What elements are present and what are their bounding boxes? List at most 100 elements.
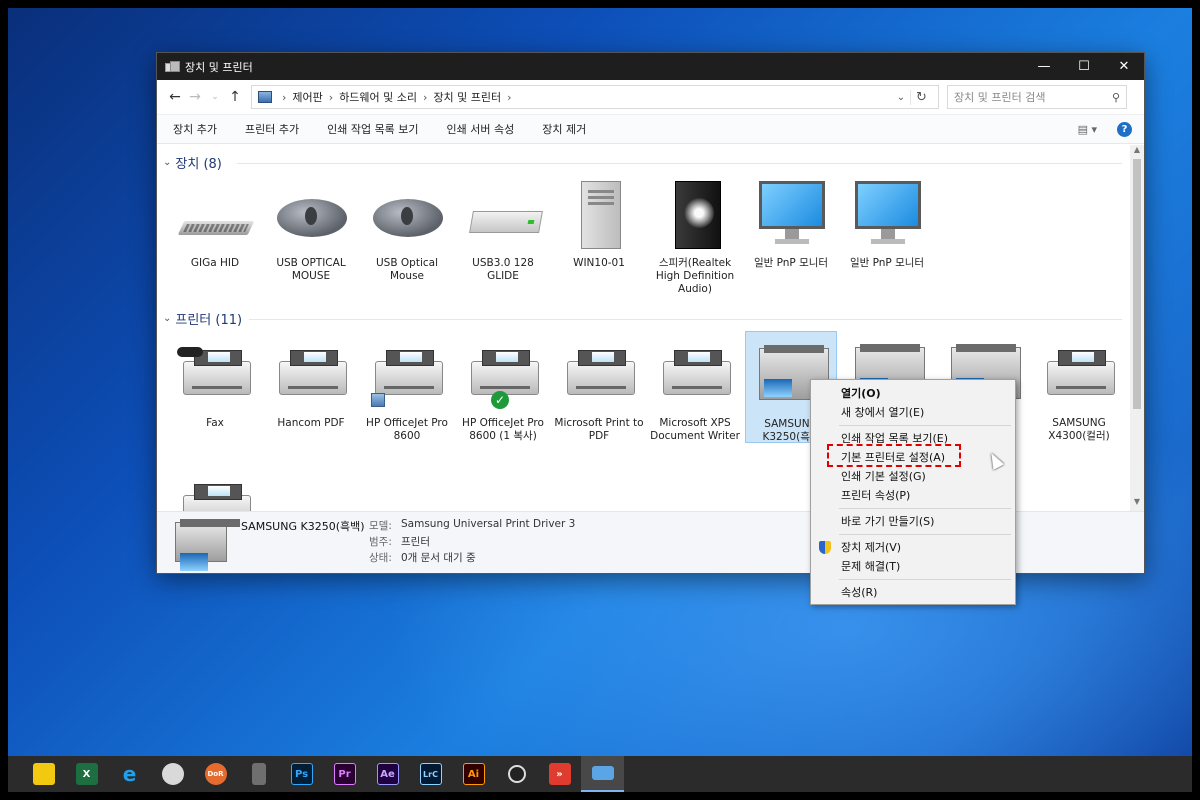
up-arrow-icon[interactable]: ↑ — [225, 89, 245, 105]
see-print-queue-button[interactable]: 인쇄 작업 목록 보기 — [327, 121, 418, 137]
printers-group-label: 프린터 (11) — [175, 312, 243, 328]
menu-separator — [839, 534, 1011, 535]
illustrator-icon: Ai — [462, 763, 485, 785]
menu-item-label: 장치 제거(V) — [841, 541, 902, 554]
paint-icon — [161, 763, 184, 785]
refresh-icon[interactable]: ↻ — [910, 89, 932, 105]
device-item[interactable]: USB OPTICAL MOUSE — [265, 181, 357, 283]
device-item[interactable]: USB Optical Mouse — [361, 181, 453, 283]
taskbar-paint[interactable] — [151, 756, 194, 792]
menu-item-troubleshoot[interactable]: 문제 해결(T) — [811, 557, 1015, 576]
device-item[interactable]: 일반 PnP 모니터 — [841, 181, 933, 270]
taskbar-premiere[interactable]: Pr — [323, 756, 366, 792]
taskbar-calculator[interactable] — [237, 756, 280, 792]
search-input[interactable]: 장치 및 프린터 검색 ⚲ — [947, 85, 1127, 109]
printer-item[interactable]: Fax — [169, 341, 261, 430]
printer-item[interactable] — [169, 475, 261, 511]
printer-icon — [183, 484, 251, 511]
minimize-button[interactable]: — — [1024, 53, 1064, 80]
printer-item[interactable]: Microsoft XPS Document Writer — [649, 341, 741, 443]
device-item[interactable]: GIGa HID — [169, 181, 261, 270]
scroll-up-icon[interactable]: ▲ — [1130, 145, 1144, 159]
command-bar: 장치 추가 프린터 추가 인쇄 작업 목록 보기 인쇄 서버 속성 장치 제거 … — [157, 114, 1144, 144]
remove-device-button[interactable]: 장치 제거 — [542, 121, 586, 137]
printer-item[interactable]: Microsoft Print to PDF — [553, 341, 645, 443]
control-panel-icon — [258, 91, 272, 103]
device-label: USB Optical Mouse — [376, 257, 438, 282]
printer-item[interactable]: ✓ HP OfficeJet Pro 8600 (1 복사) — [457, 341, 549, 443]
photoshop-icon: Ps — [290, 763, 313, 785]
add-device-button[interactable]: 장치 추가 — [173, 121, 217, 137]
calculator-icon — [251, 763, 266, 785]
shared-printer-icon — [371, 393, 385, 407]
taskbar-red-app[interactable]: » — [538, 756, 581, 792]
breadcrumb-separator-icon: › — [282, 90, 287, 104]
add-printer-button[interactable]: 프린터 추가 — [245, 121, 299, 137]
view-options-icon[interactable]: ▤ ▾ — [1078, 123, 1097, 136]
computer-tower-icon — [581, 181, 621, 249]
taskbar-illustrator[interactable]: Ai — [452, 756, 495, 792]
address-bar-row: ← → ⌄ ↑ › 제어판 › 하드웨어 및 소리 › 장치 및 프린터 › ⌄… — [157, 80, 1144, 114]
printer-item[interactable]: HP OfficeJet Pro 8600 — [361, 341, 453, 443]
device-item[interactable]: 스피커(Realtek High Definition Audio) — [649, 181, 741, 296]
printer-icon — [1047, 350, 1115, 395]
address-dropdown-icon[interactable]: ⌄ — [892, 92, 910, 103]
address-bar[interactable]: › 제어판 › 하드웨어 및 소리 › 장치 및 프린터 › ⌄ ↻ — [251, 85, 939, 109]
close-button[interactable]: ✕ — [1104, 53, 1144, 80]
printer-label: HP OfficeJet Pro 8600 — [366, 417, 448, 442]
menu-item-printing-preferences[interactable]: 인쇄 기본 설정(G) — [811, 467, 1015, 486]
devices-group-header[interactable]: ⌄ 장치 (8) — [163, 153, 222, 172]
device-item[interactable]: WIN10-01 — [553, 181, 645, 270]
printer-icon — [567, 350, 635, 395]
forward-arrow-icon[interactable]: → — [185, 89, 205, 105]
maximize-button[interactable]: ☐ — [1064, 53, 1104, 80]
taskbar-internet-explorer[interactable]: e — [108, 756, 151, 792]
breadcrumb-devices-printers[interactable]: 장치 및 프린터 — [433, 89, 501, 105]
taskbar-photoshop[interactable]: Ps — [280, 756, 323, 792]
taskbar-control-panel[interactable] — [581, 756, 624, 792]
breadcrumb-separator-icon: › — [423, 90, 428, 104]
printer-icon — [375, 350, 443, 395]
taskbar-excel[interactable]: X — [65, 756, 108, 792]
printer-item[interactable]: SAMSUNG X4300(컬러) — [1033, 341, 1125, 443]
menu-item-printer-properties[interactable]: 프린터 속성(P) — [811, 486, 1015, 505]
printer-item[interactable]: Hancom PDF — [265, 341, 357, 430]
collapse-chevron-icon[interactable]: ⌄ — [163, 313, 171, 324]
obs-icon — [507, 765, 526, 783]
scrollbar-thumb[interactable] — [1133, 159, 1141, 409]
taskbar-obs[interactable] — [495, 756, 538, 792]
after-effects-icon: Ae — [376, 763, 399, 785]
internet-explorer-icon: e — [122, 762, 137, 786]
menu-item-properties[interactable]: 속성(R) — [811, 583, 1015, 602]
collapse-chevron-icon[interactable]: ⌄ — [163, 157, 171, 168]
annotation-highlight-box — [827, 444, 961, 467]
printer-label: Microsoft XPS Document Writer — [650, 417, 740, 442]
device-item[interactable]: USB3.0 128 GLIDE — [457, 181, 549, 283]
menu-item-open[interactable]: 열기(O) — [811, 384, 1015, 403]
back-arrow-icon[interactable]: ← — [165, 89, 185, 105]
taskbar-sticky-notes[interactable] — [22, 756, 65, 792]
menu-item-create-shortcut[interactable]: 바로 가기 만들기(S) — [811, 512, 1015, 531]
vertical-scrollbar[interactable]: ▲ ▼ — [1130, 145, 1144, 511]
printer-icon — [663, 350, 731, 395]
details-key: 모델: — [369, 520, 392, 532]
menu-separator — [839, 508, 1011, 509]
details-device-name: SAMSUNG K3250(흑백) — [241, 520, 365, 533]
printers-group-header[interactable]: ⌄ 프린터 (11) — [163, 309, 243, 328]
details-key: 범주: — [369, 536, 392, 548]
taskbar-after-effects[interactable]: Ae — [366, 756, 409, 792]
device-item[interactable]: 일반 PnP 모니터 — [745, 181, 837, 270]
mouse-icon — [277, 199, 347, 237]
scroll-down-icon[interactable]: ▼ — [1130, 497, 1144, 511]
help-icon[interactable]: ? — [1117, 121, 1132, 137]
taskbar-daum-potplayer[interactable]: DoR — [194, 756, 237, 792]
details-value: 0개 문서 대기 중 — [401, 552, 476, 564]
breadcrumb-control-panel[interactable]: 제어판 — [292, 89, 322, 105]
recent-locations-chevron-icon[interactable]: ⌄ — [205, 92, 225, 102]
print-server-properties-button[interactable]: 인쇄 서버 속성 — [447, 121, 515, 137]
breadcrumb-hardware-sound[interactable]: 하드웨어 및 소리 — [339, 89, 417, 105]
taskbar-lightroom-classic[interactable]: LrC — [409, 756, 452, 792]
menu-item-remove-device[interactable]: 장치 제거(V) — [811, 538, 1015, 557]
details-row-model: 모델: Samsung Universal Print Driver 3 — [369, 518, 575, 533]
menu-item-open-new-window[interactable]: 새 창에서 열기(E) — [811, 403, 1015, 422]
